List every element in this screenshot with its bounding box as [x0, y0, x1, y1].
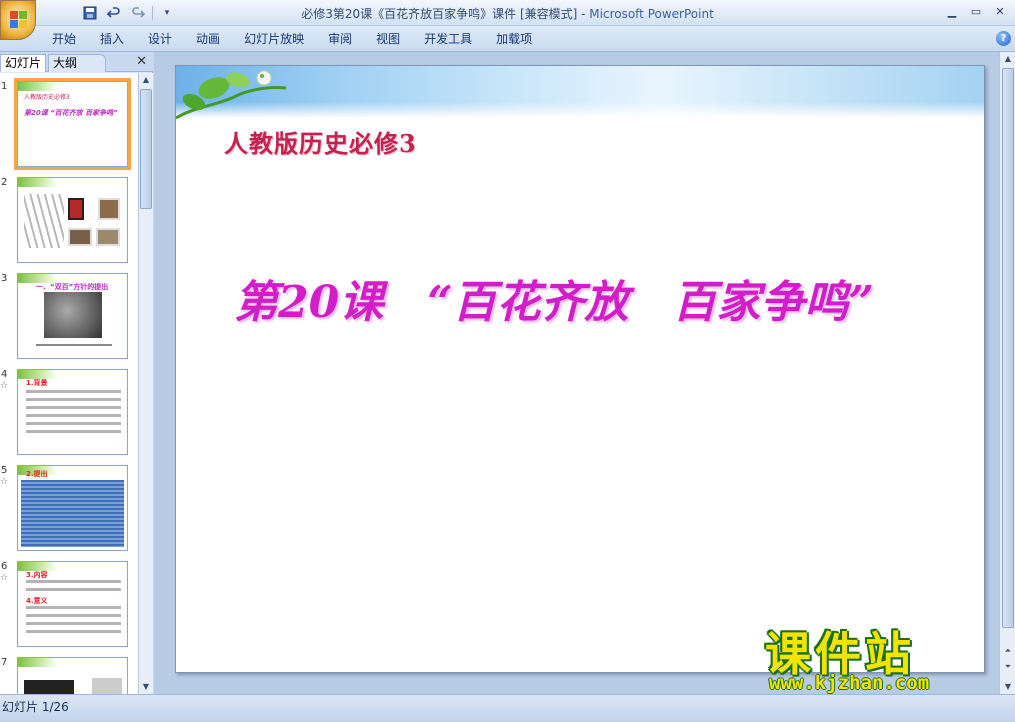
- thumbnail-row: 5 ☆ 2.提出: [0, 465, 138, 561]
- animation-star-icon: ☆: [0, 573, 9, 583]
- slide-thumbnail-list: 1 人教版历史必修3 第20课 “百花齐放 百家争鸣” 2 3 一、“双百”方针…: [0, 73, 138, 694]
- ribbon-tabs: 开始 插入 设计 动画 幻灯片放映 审阅 视图 开发工具 加载项: [40, 30, 544, 48]
- slide-editing-area: 人教版历史必修3 第20课 “百花齐放 百家争鸣”: [154, 52, 999, 694]
- slide-number: 7: [1, 657, 8, 668]
- help-icon[interactable]: ?: [996, 31, 1011, 46]
- tab-animations[interactable]: 动画: [184, 30, 232, 48]
- thumbnail-text: 3.内容: [26, 571, 48, 579]
- thumbnail-scrollbar[interactable]: ▲ ▼: [138, 73, 153, 694]
- animation-star-icon: ☆: [0, 477, 9, 487]
- tab-insert[interactable]: 插入: [88, 30, 136, 48]
- thumbnail-row: 2: [0, 177, 138, 273]
- historical-photo: [44, 292, 102, 338]
- animation-star-icon: ☆: [0, 381, 9, 391]
- thumbnail-text: 1.背景: [26, 379, 48, 387]
- thumbnail-row: 3 一、“双百”方针的提出: [0, 273, 138, 369]
- scroll-up-icon[interactable]: ▲: [1001, 52, 1015, 66]
- slide-thumbnail-3[interactable]: 一、“双百”方针的提出: [17, 273, 128, 359]
- thumbnail-text: 4.意义: [26, 597, 48, 605]
- slide-thumbnail-4[interactable]: 1.背景: [17, 369, 128, 455]
- slide-thumbnail-7[interactable]: [17, 657, 128, 694]
- tab-design[interactable]: 设计: [136, 30, 184, 48]
- watermark-url: www.kjzhan.com: [769, 672, 930, 694]
- tab-developer[interactable]: 开发工具: [412, 30, 484, 48]
- slides-pane: 幻灯片 大纲 ✕ 1 人教版历史必修3 第20课 “百花齐放 百家争鸣” 2 3…: [0, 52, 153, 694]
- stamp-image: [98, 198, 120, 220]
- tab-slide-show[interactable]: 幻灯片放映: [232, 30, 316, 48]
- scroll-up-icon[interactable]: ▲: [139, 73, 153, 87]
- slide-thumbnail-1[interactable]: 人教版历史必修3 第20课 “百花齐放 百家争鸣”: [14, 78, 131, 170]
- tab-slides[interactable]: 幻灯片: [0, 54, 46, 72]
- pane-tabs: 幻灯片 大纲 ✕: [0, 52, 153, 72]
- calligraphy-image: [24, 194, 64, 248]
- stamp-image: [68, 198, 84, 220]
- slide-number: 3: [1, 273, 8, 284]
- slide-counter: 幻灯片 1/26: [2, 700, 69, 714]
- slide-canvas[interactable]: 人教版历史必修3 第20课 “百花齐放 百家争鸣”: [175, 65, 985, 673]
- tab-outline[interactable]: 大纲: [48, 54, 106, 72]
- slide-number: 4: [1, 369, 8, 380]
- slide-number: 1: [1, 81, 8, 92]
- text-lines: [26, 390, 121, 438]
- tab-review[interactable]: 审阅: [316, 30, 364, 48]
- previous-slide-icon[interactable]: ⏶: [1001, 644, 1015, 658]
- vertical-scrollbar[interactable]: ▲ ⏶ ⏷ ▼: [999, 52, 1015, 694]
- caption-line: [36, 344, 112, 346]
- thumbnail-text: 人教版历史必修3: [24, 94, 70, 101]
- text-block: [21, 480, 124, 547]
- thumbnail-leaf-decoration: [18, 82, 58, 91]
- slide-number: 2: [1, 177, 8, 188]
- ribbon: 开始 插入 设计 动画 幻灯片放映 审阅 视图 开发工具 加载项 ?: [0, 26, 1015, 52]
- next-slide-icon[interactable]: ⏷: [1001, 660, 1015, 674]
- site-watermark: 课件站 www.kjzhan.com: [765, 618, 995, 698]
- scrollbar-thumb[interactable]: [140, 89, 152, 209]
- scroll-down-icon[interactable]: ▼: [1001, 680, 1015, 694]
- window-controls: ▁ ▭ ✕: [941, 2, 1011, 20]
- text-lines: [26, 580, 121, 596]
- maximize-icon[interactable]: ▭: [965, 2, 987, 20]
- thumbnail-text: 一、“双百”方针的提出: [36, 283, 109, 291]
- thumbnail-leaf-decoration: [18, 178, 58, 187]
- title-separator: -: [577, 7, 590, 21]
- close-icon[interactable]: ✕: [989, 2, 1011, 20]
- scroll-down-icon[interactable]: ▼: [139, 680, 153, 694]
- title-bar: ▾ 必修3第20课《百花齐放百家争鸣》课件 [兼容模式] - Microsoft…: [0, 0, 1015, 26]
- slide-thumbnail-5[interactable]: 2.提出: [17, 465, 128, 551]
- slide-subtitle[interactable]: 人教版历史必修3: [224, 124, 417, 159]
- slide-title[interactable]: 第20课 “百花齐放 百家争鸣”: [234, 266, 874, 330]
- thumbnail-text: 2.提出: [26, 470, 48, 478]
- stamp-image: [96, 228, 120, 246]
- thumbnail-row: 6 ☆ 3.内容 4.意义: [0, 561, 138, 657]
- thumbnail-row: 7: [0, 657, 138, 694]
- thumbnail-leaf-decoration: [18, 658, 58, 667]
- close-pane-icon[interactable]: ✕: [136, 54, 147, 69]
- thumbnail-row: 4 ☆ 1.背景: [0, 369, 138, 465]
- leaf-decoration-icon: [176, 70, 287, 120]
- office-button[interactable]: [0, 0, 36, 40]
- slide-thumbnail-6[interactable]: 3.内容 4.意义: [17, 561, 128, 647]
- office-logo-icon: [10, 11, 28, 29]
- tab-add-ins[interactable]: 加载项: [484, 30, 544, 48]
- tab-home[interactable]: 开始: [40, 30, 88, 48]
- window-title: 必修3第20课《百花齐放百家争鸣》课件 [兼容模式] - Microsoft P…: [0, 5, 1015, 22]
- slide-thumbnail-2[interactable]: [17, 177, 128, 263]
- stamp-image: [68, 228, 92, 246]
- scrollbar-thumb[interactable]: [1002, 68, 1014, 628]
- historical-photo: [92, 678, 122, 694]
- historical-photo: [24, 680, 74, 694]
- document-title: 必修3第20课《百花齐放百家争鸣》课件 [兼容模式]: [301, 7, 578, 21]
- app-name: Microsoft PowerPoint: [589, 7, 714, 21]
- text-lines: [26, 606, 121, 638]
- minimize-icon[interactable]: ▁: [941, 2, 963, 20]
- status-bar: 幻灯片 1/26: [0, 694, 1015, 722]
- thumbnail-text: 第20课 “百花齐放 百家争鸣”: [24, 109, 118, 117]
- slide-number: 5: [1, 465, 8, 476]
- slide-number: 6: [1, 561, 8, 572]
- thumbnail-row: 1 人教版历史必修3 第20课 “百花齐放 百家争鸣”: [0, 78, 138, 177]
- tab-view[interactable]: 视图: [364, 30, 412, 48]
